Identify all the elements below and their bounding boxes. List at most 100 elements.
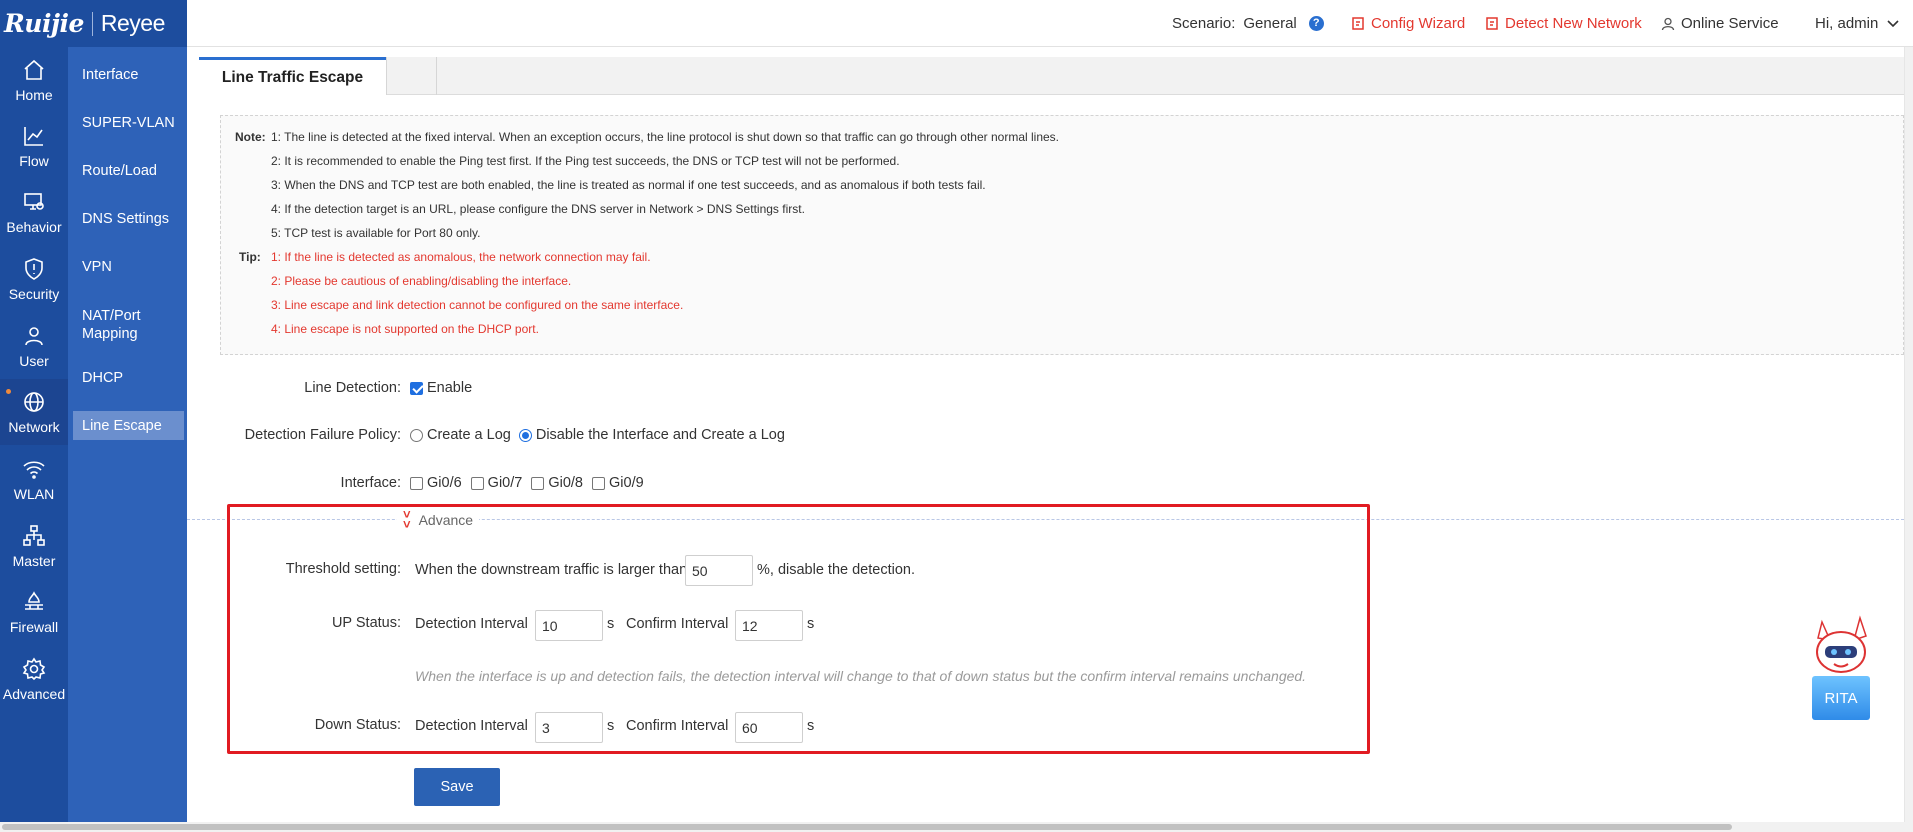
service-user-icon — [1661, 17, 1675, 30]
scenario-label: Scenario: — [1172, 15, 1236, 32]
vertical-scrollbar[interactable] — [1904, 47, 1913, 822]
advance-toggle[interactable]: ˅ ˅ Advance — [397, 508, 480, 531]
online-service-link[interactable]: Online Service — [1661, 15, 1779, 32]
active-indicator-dot — [6, 389, 11, 394]
help-icon[interactable]: ? — [1308, 16, 1324, 31]
wizard-icon — [1352, 16, 1364, 30]
line-detection-label: Line Detection: — [304, 380, 401, 396]
tab-bar: Line Traffic Escape — [199, 57, 1904, 95]
interface-gi0-8-label[interactable]: Gi0/8 — [548, 475, 583, 491]
enable-checkbox[interactable] — [410, 381, 423, 395]
up-confirm-interval-input[interactable] — [735, 610, 803, 641]
config-wizard-link[interactable]: Config Wizard — [1352, 15, 1465, 32]
topology-icon — [23, 524, 45, 546]
submenu-item-dns-settings[interactable]: DNS Settings — [73, 208, 184, 230]
interface-gi0-9-label[interactable]: Gi0/9 — [609, 475, 644, 491]
notes-panel: Note: 1: The line is detected at the fix… — [220, 115, 1904, 355]
down-confirm-interval-label: Confirm Interval — [626, 718, 729, 734]
interface-gi0-6-checkbox[interactable] — [410, 476, 423, 490]
nav-advanced-label: Advanced — [2, 685, 66, 702]
submenu-item-super-vlan[interactable]: SUPER-VLAN — [73, 112, 184, 134]
policy-disable-interface-label[interactable]: Disable the Interface and Create a Log — [536, 427, 785, 443]
interface-gi0-9-checkbox[interactable] — [592, 476, 606, 490]
user-icon — [25, 326, 43, 345]
submenu-item-route-load[interactable]: Route/Load — [73, 160, 184, 182]
submenu-item-dhcp[interactable]: DHCP — [73, 367, 184, 389]
horizontal-scrollbar[interactable] — [0, 822, 1913, 832]
nav-advanced[interactable]: Advanced — [0, 646, 68, 712]
interface-gi0-7-checkbox[interactable] — [470, 476, 484, 490]
nav-network-label: Network — [8, 418, 60, 435]
nav-firewall-label: Firewall — [9, 618, 59, 635]
down-detection-unit: s — [607, 718, 615, 734]
robot-mascot-icon — [1816, 615, 1867, 673]
threshold-suffix: %, disable the detection. — [757, 562, 915, 578]
rita-assistant[interactable]: RITA — [1808, 612, 1874, 732]
network-submenu: Interface SUPER-VLAN Route/Load DNS Sett… — [68, 47, 187, 832]
policy-disable-interface-radio[interactable] — [518, 428, 532, 442]
tip-heading: Tip: — [239, 250, 261, 264]
line-detection-enable[interactable]: Enable — [410, 380, 472, 396]
interface-gi0-8-checkbox[interactable] — [531, 476, 545, 490]
interface-gi0-7-label[interactable]: Gi0/7 — [488, 475, 523, 491]
wifi-icon — [23, 460, 45, 479]
down-detection-interval-label: Detection Interval — [415, 718, 528, 734]
chart-icon — [24, 126, 43, 146]
save-button[interactable]: Save — [414, 768, 500, 806]
up-detection-interval-input[interactable] — [535, 610, 603, 641]
enable-label: Enable — [427, 380, 473, 396]
interface-label: Interface: — [340, 475, 401, 491]
submenu-item-interface[interactable]: Interface — [73, 64, 184, 86]
globe-icon — [24, 391, 44, 412]
chevron-down-icon — [1887, 19, 1899, 27]
nav-flow[interactable]: Flow — [0, 113, 68, 179]
detect-new-network-link[interactable]: Detect New Network — [1486, 15, 1642, 32]
submenu-item-line-escape[interactable]: Line Escape — [73, 411, 184, 440]
advance-label: Advance — [418, 512, 474, 528]
scenario-value: General — [1243, 15, 1297, 32]
detect-icon — [1486, 16, 1498, 30]
scenario-selector[interactable]: Scenario: General ? — [1172, 15, 1324, 32]
down-confirm-interval-input[interactable] — [735, 712, 803, 743]
policy-create-log-label[interactable]: Create a Log — [427, 427, 511, 443]
tab-line-traffic-escape[interactable]: Line Traffic Escape — [199, 57, 386, 95]
nav-master-label: Master — [12, 552, 56, 569]
nav-home-label: Home — [15, 86, 53, 103]
note-line-4: 4: If the detection target is an URL, pl… — [271, 202, 805, 216]
up-confirm-unit: s — [807, 616, 815, 632]
note-heading: Note: — [235, 130, 266, 144]
top-header: Scenario: General ? Config Wizard Detect… — [187, 0, 1913, 47]
policy-radio-group: Create a Log Disable the Interface and C… — [410, 427, 785, 443]
down-status-label: Down Status: — [314, 717, 401, 733]
nav-firewall[interactable]: Firewall — [0, 579, 68, 645]
note-line-1: 1: The line is detected at the fixed int… — [271, 130, 1060, 144]
gear-icon — [22, 657, 46, 680]
note-line-2: 2: It is recommended to enable the Ping … — [271, 154, 900, 168]
horizontal-scrollbar-thumb[interactable] — [2, 824, 1732, 830]
submenu-item-nat-port-mapping[interactable]: NAT/Port Mapping — [73, 305, 184, 345]
user-greeting: Hi, admin — [1815, 15, 1879, 32]
shield-icon — [25, 257, 43, 280]
threshold-input[interactable] — [685, 555, 753, 586]
nav-wlan[interactable]: WLAN — [0, 446, 68, 512]
note-line-5: 5: TCP test is available for Port 80 onl… — [271, 226, 481, 240]
down-detection-interval-input[interactable] — [535, 712, 603, 743]
up-confirm-interval-label: Confirm Interval — [626, 616, 729, 632]
nav-wlan-label: WLAN — [13, 485, 55, 502]
up-detection-unit: s — [607, 616, 615, 632]
policy-create-log-radio[interactable] — [410, 428, 423, 442]
user-menu[interactable]: Hi, admin — [1815, 15, 1900, 32]
nav-master[interactable]: Master — [0, 513, 68, 579]
nav-home[interactable]: Home — [0, 47, 68, 113]
rita-label: RITA — [1812, 676, 1870, 720]
nav-security[interactable]: Security — [0, 246, 68, 312]
up-status-label: UP Status: — [331, 615, 401, 631]
brand-logo[interactable]: Ruijie Reyee — [0, 0, 187, 47]
nav-behavior[interactable]: Behavior — [0, 179, 68, 245]
nav-user[interactable]: User — [0, 313, 68, 379]
logo-divider — [91, 11, 93, 36]
interface-checkbox-group: Gi0/6 Gi0/7 Gi0/8 Gi0/9 — [410, 475, 644, 491]
interface-gi0-6-label[interactable]: Gi0/6 — [427, 475, 462, 491]
nav-network[interactable]: Network — [0, 379, 68, 445]
submenu-item-vpn[interactable]: VPN — [73, 256, 184, 278]
